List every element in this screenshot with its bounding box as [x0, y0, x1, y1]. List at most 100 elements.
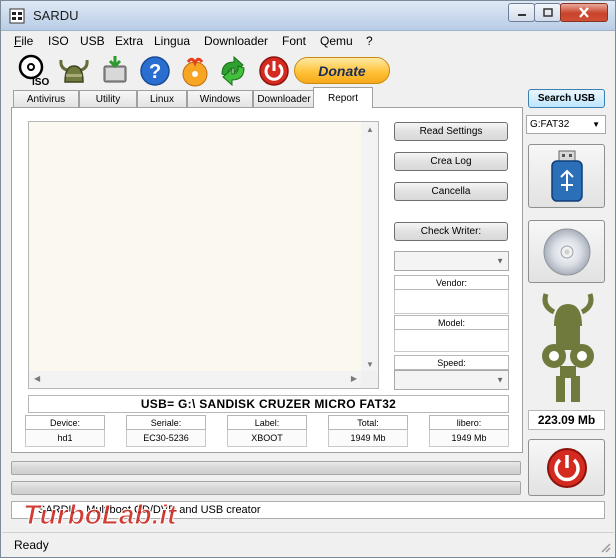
status-ready-text: Ready: [14, 538, 49, 552]
power-icon: [546, 447, 587, 488]
maximize-icon: [542, 8, 553, 17]
flame-disc-icon: [182, 57, 208, 87]
progress-bar-primary: [11, 461, 521, 475]
libero-value: 1949 Mb: [429, 430, 509, 447]
tab-utility[interactable]: Utility: [79, 90, 137, 107]
libero-info: libero: 1949 Mb: [429, 415, 509, 447]
menu-help-label: ?: [366, 34, 373, 48]
check-writer-button[interactable]: Check Writer:: [394, 222, 508, 241]
sardu-app-icon: [9, 8, 25, 24]
seriale-info: Seriale: EC30-5236: [126, 415, 206, 447]
tab-antivirus[interactable]: Antivirus: [13, 90, 79, 107]
chevron-down-icon: ▼: [496, 256, 504, 266]
report-log-textarea[interactable]: ▲ ▼ ◀ ▶: [28, 121, 379, 389]
iso-disc-icon: ISO: [18, 54, 49, 88]
close-button[interactable]: [560, 3, 608, 22]
scroll-right-icon[interactable]: ▶: [351, 374, 357, 383]
cd-disc-icon: [543, 228, 590, 275]
read-settings-button[interactable]: Read Settings: [394, 122, 508, 141]
vendor-label: Vendor:: [394, 275, 509, 290]
scroll-down-icon[interactable]: ▼: [366, 360, 374, 369]
model-label: Model:: [394, 315, 509, 330]
tab-windows[interactable]: Windows: [187, 90, 253, 107]
usb-device-line: USB= G:\ SANDISK CRUZER MICRO FAT32: [28, 395, 509, 413]
libero-label: libero:: [429, 415, 509, 430]
speed-label: Speed:: [394, 355, 509, 370]
chevron-down-icon: ▼: [496, 375, 504, 385]
menu-file[interactable]: File: [14, 34, 33, 48]
menu-qemu[interactable]: Qemu: [320, 34, 353, 48]
cd-target-button[interactable]: [528, 220, 605, 283]
total-label: Total:: [328, 415, 408, 430]
title-bar[interactable]: SARDU: [1, 1, 615, 31]
menu-extra[interactable]: Extra: [115, 34, 143, 48]
burn-disc-button[interactable]: [178, 54, 212, 88]
writer-select[interactable]: ▼: [394, 251, 509, 271]
menu-help[interactable]: ?: [366, 34, 373, 48]
seriale-label: Seriale:: [126, 415, 206, 430]
scroll-corner: [361, 371, 378, 388]
menu-font[interactable]: Font: [282, 34, 306, 48]
menu-downloader-label: Downloader: [204, 34, 269, 48]
chevron-down-icon: ▼: [592, 120, 600, 129]
iso-text: ISO: [32, 77, 49, 88]
label-label: Label:: [227, 415, 307, 430]
window-title: SARDU: [33, 8, 79, 23]
status-message: SARDU - Multiboot CD/DVD and USB creator: [11, 501, 605, 519]
vertical-scrollbar[interactable]: ▲ ▼: [361, 122, 378, 372]
menu-font-label: Font: [282, 34, 307, 48]
scroll-up-icon[interactable]: ▲: [366, 125, 374, 134]
label-info: Label: XBOOT: [227, 415, 307, 447]
svg-text:?: ?: [149, 61, 161, 83]
tab-report[interactable]: Report: [313, 87, 373, 108]
viking-button[interactable]: [57, 54, 91, 88]
drive-select[interactable]: G:FAT32 ▼: [526, 115, 606, 134]
menu-lingua[interactable]: Lingua: [154, 34, 190, 48]
start-power-button[interactable]: [528, 439, 605, 496]
exit-button[interactable]: [257, 54, 291, 88]
menu-iso[interactable]: ISO: [48, 34, 69, 48]
free-size-display: 223.09 Mb: [528, 410, 605, 430]
menu-lingua-label: Lingua: [154, 34, 191, 48]
device-value: hd1: [25, 430, 105, 447]
tab-linux[interactable]: Linux: [137, 90, 187, 107]
device-label: Device:: [25, 415, 105, 430]
green-refresh-icon: [221, 55, 245, 87]
horizontal-scrollbar[interactable]: ◀ ▶: [29, 371, 362, 388]
total-info: Total: 1949 Mb: [328, 415, 408, 447]
cancella-button[interactable]: Cancella: [394, 182, 508, 201]
sardu-mascot-icon: [542, 293, 594, 402]
maximize-button[interactable]: [534, 3, 561, 22]
menu-downloader[interactable]: Downloader: [204, 34, 268, 48]
progress-bar-secondary: [11, 481, 521, 495]
label-value: XBOOT: [227, 430, 307, 447]
usb-drive-icon: [103, 56, 127, 83]
help-button[interactable]: ?: [138, 54, 172, 88]
close-icon: [579, 7, 589, 18]
help-question-icon: ?: [140, 56, 170, 86]
crea-log-button[interactable]: Crea Log: [394, 152, 508, 171]
iso-button[interactable]: ISO: [18, 54, 52, 88]
status-bar: Ready: [2, 532, 614, 556]
usb-stick-icon: [550, 150, 583, 202]
update-button[interactable]: [216, 54, 250, 88]
usb-target-button[interactable]: [528, 144, 605, 208]
search-usb-button[interactable]: Search USB: [528, 89, 605, 108]
menu-file-label: ile: [21, 34, 34, 48]
power-icon: [259, 56, 289, 86]
donate-button[interactable]: Donate: [294, 57, 390, 84]
menu-usb-label: USB: [80, 34, 105, 48]
usb-write-button[interactable]: [98, 54, 132, 88]
minimize-button[interactable]: [508, 3, 535, 22]
sardu-window: SARDU File ISO USB Extra Lingua Download…: [0, 0, 616, 558]
seriale-value: EC30-5236: [126, 430, 206, 447]
menu-usb[interactable]: USB: [80, 34, 105, 48]
speed-select[interactable]: ▼: [394, 370, 509, 390]
scroll-left-icon[interactable]: ◀: [34, 374, 40, 383]
total-value: 1949 Mb: [328, 430, 408, 447]
tab-downloader[interactable]: Downloader: [253, 90, 315, 107]
resize-grip-icon[interactable]: [599, 541, 611, 553]
toolbar: ISO ? Donate: [2, 52, 614, 90]
viking-helmet-icon: [59, 59, 89, 83]
menu-iso-label: ISO: [48, 34, 69, 48]
